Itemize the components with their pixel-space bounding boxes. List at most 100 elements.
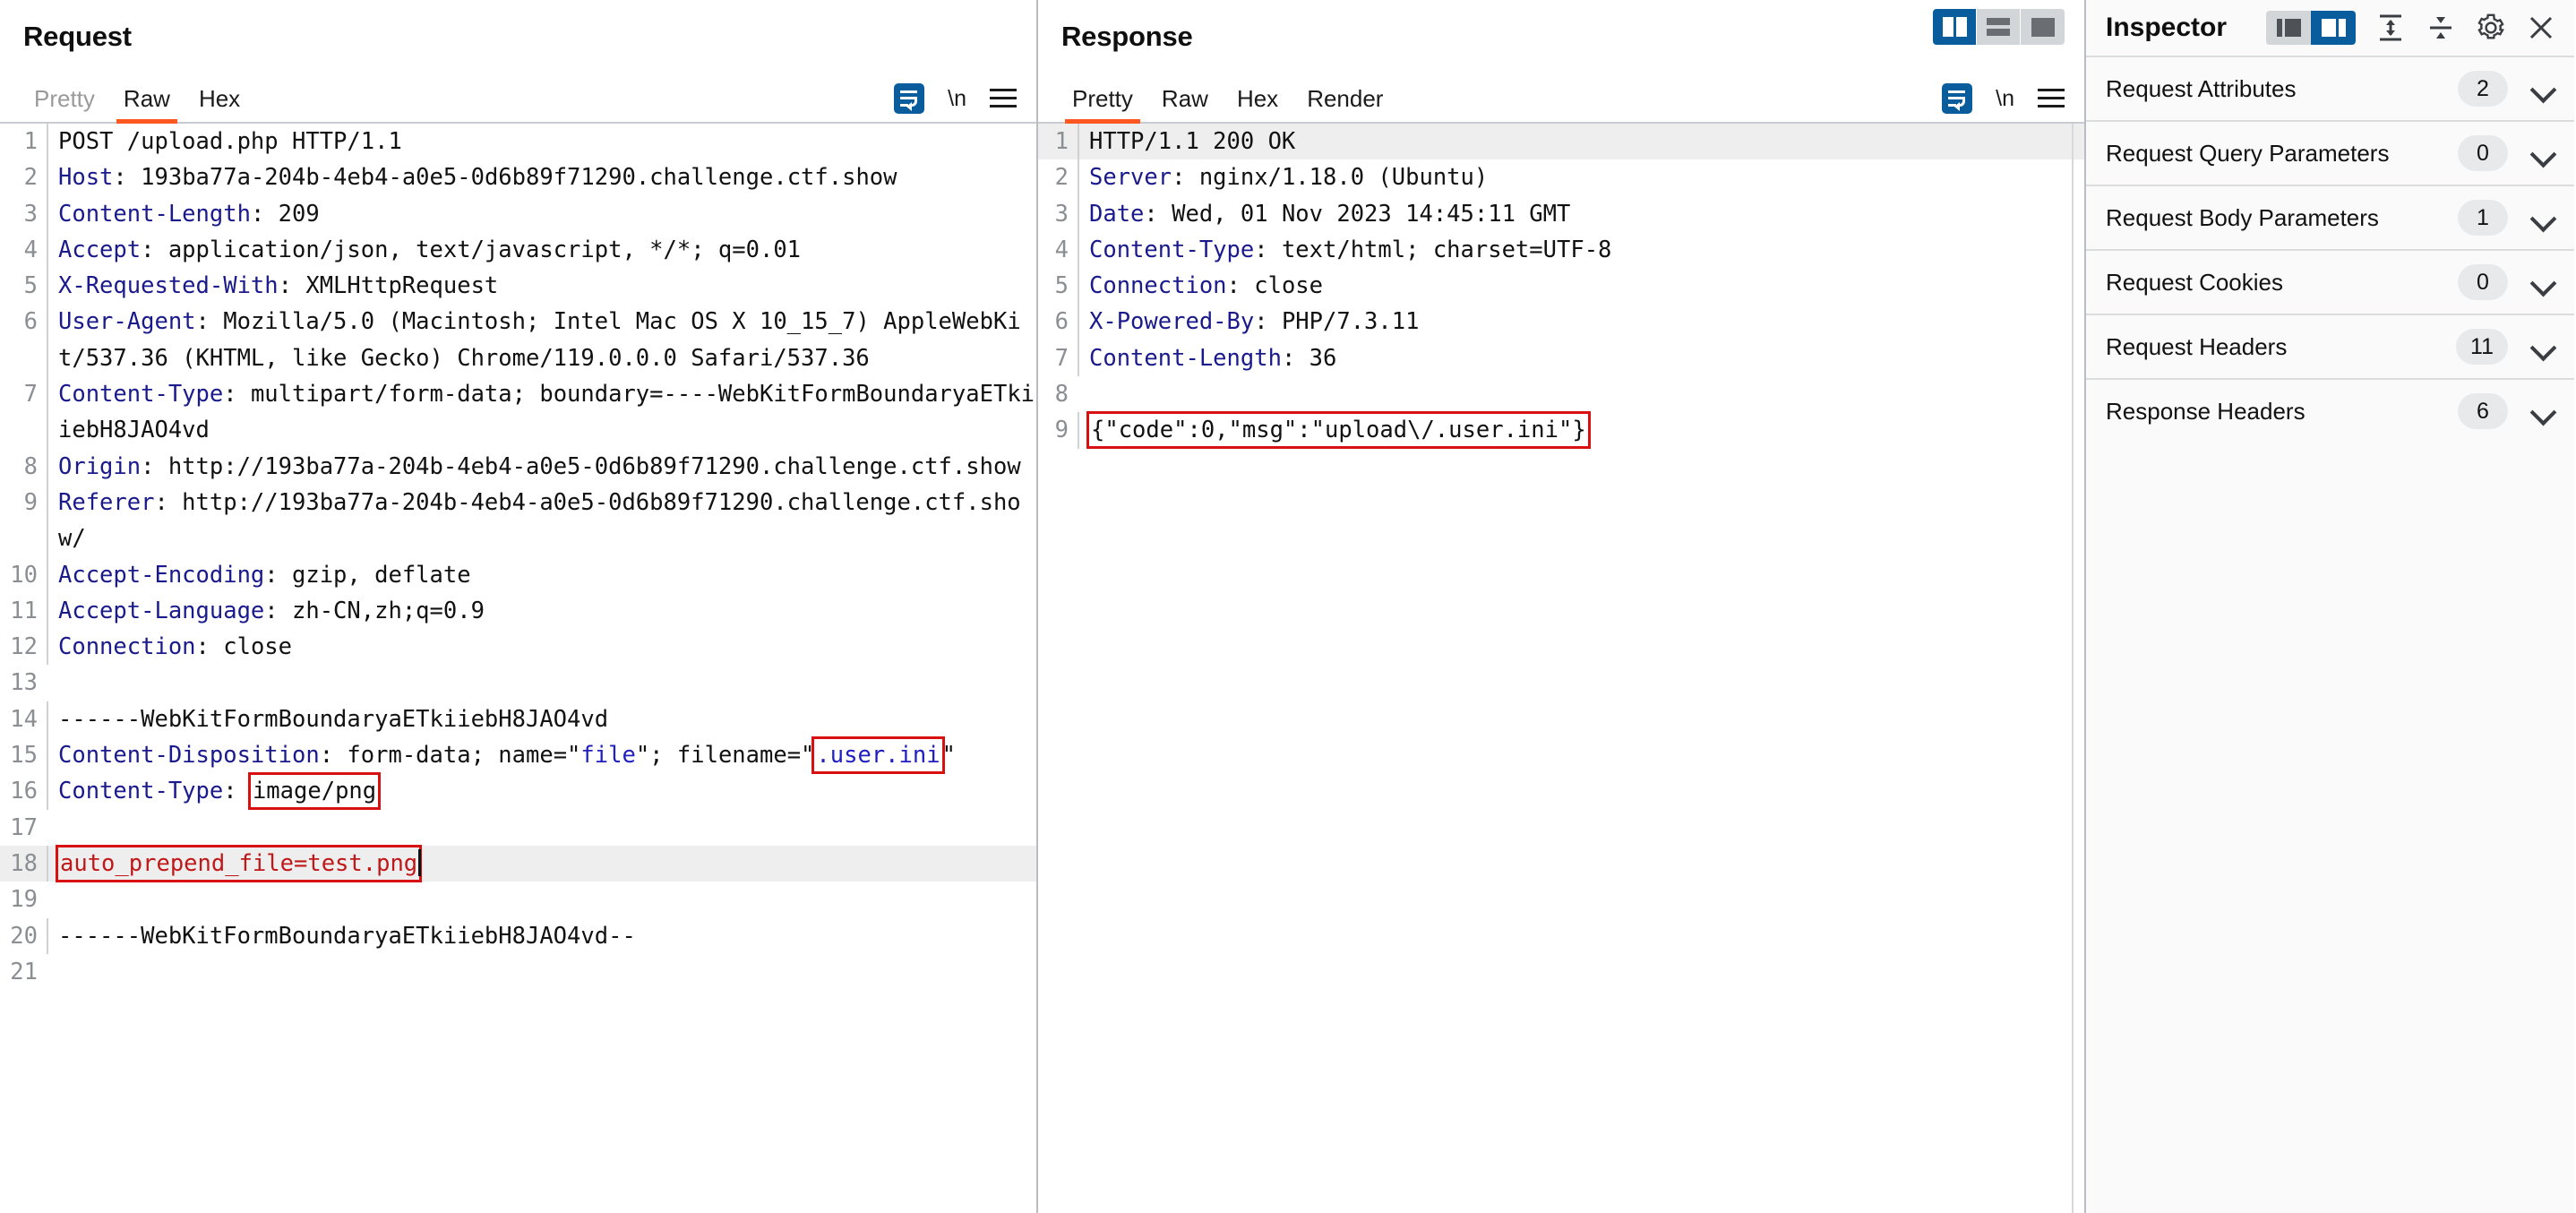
code-token: : nginx/1.18.0 (Ubuntu): [1172, 164, 1489, 192]
chevron-down-icon[interactable]: [2531, 335, 2555, 358]
code-line[interactable]: 5 Connection: close: [1038, 268, 2084, 305]
inspector-section-request-headers[interactable]: Request Headers 11: [2086, 314, 2574, 378]
code-line[interactable]: 13: [0, 665, 1036, 701]
word-wrap-icon[interactable]: [1942, 83, 1973, 114]
response-tab-raw[interactable]: Raw: [1147, 87, 1223, 122]
burp-message-editor: Request Pretty Raw Hex \n 1 POST /upload.ph…: [0, 0, 2576, 1213]
inspector-section-request-body-parameters[interactable]: Request Body Parameters 1: [2086, 185, 2574, 249]
line-content: Accept: application/json, text/javascrip…: [47, 231, 1036, 269]
code-line[interactable]: 20 ------WebKitFormBoundaryaETkiiebH8JAO4…: [0, 917, 1036, 954]
chevron-down-icon[interactable]: [2531, 206, 2555, 229]
line-number: 8: [23, 452, 38, 480]
inspector-section-response-headers[interactable]: Response Headers 6: [2086, 378, 2574, 443]
request-editor[interactable]: 1 POST /upload.php HTTP/1.1 2 Host: 193ba77…: [0, 124, 1036, 1213]
request-header: Request: [0, 0, 1036, 68]
response-toolbar: \n: [1942, 83, 2065, 114]
code-line[interactable]: 17: [0, 810, 1036, 846]
gear-icon[interactable]: [2476, 13, 2506, 43]
code-line[interactable]: 10 Accept-Encoding: gzip, deflate: [0, 556, 1036, 593]
code-token: Date: [1089, 200, 1145, 228]
code-line[interactable]: 21: [0, 954, 1036, 990]
code-token: : http://193ba77a-204b-4eb4-a0e5-0d6b89f…: [141, 452, 1021, 480]
code-line[interactable]: 6 User-Agent: Mozilla/5.0 (Macintosh; Int…: [0, 304, 1036, 377]
line-number: 15: [10, 742, 38, 770]
code-token: Host: [58, 164, 114, 192]
code-line[interactable]: 8 Origin: http://193ba77a-204b-4eb4-a0e5-…: [0, 448, 1036, 485]
expand-all-icon[interactable]: [2375, 13, 2406, 43]
code-line[interactable]: 5 X-Requested-With: XMLHttpRequest: [0, 268, 1036, 305]
code-line[interactable]: 4 Accept: application/json, text/javascri…: [0, 231, 1036, 269]
show-newlines-icon[interactable]: \n: [948, 86, 966, 112]
inspector-section-request-cookies[interactable]: Request Cookies 0: [2086, 249, 2574, 314]
inspector-right-layout-button[interactable]: [2311, 11, 2356, 45]
request-tab-pretty[interactable]: Pretty: [20, 87, 109, 122]
code-token: Referer: [58, 488, 155, 516]
line-number: 9: [1054, 417, 1069, 444]
single-pane-layout-button[interactable]: [2021, 9, 2065, 45]
show-newlines-icon[interactable]: \n: [1996, 86, 2014, 112]
request-tab-hex[interactable]: Hex: [185, 87, 254, 122]
code-line[interactable]: 1 HTTP/1.1 200 OK: [1038, 124, 2084, 160]
response-tab-render[interactable]: Render: [1292, 87, 1397, 122]
chevron-down-icon[interactable]: [2531, 77, 2555, 100]
side-by-side-layout-button[interactable]: [1933, 9, 1977, 45]
inspector-section-request-attributes[interactable]: Request Attributes 2: [2086, 56, 2574, 120]
inspector-left-layout-button[interactable]: [2266, 11, 2311, 45]
code-line[interactable]: 7 Content-Type: multipart/form-data; boun…: [0, 376, 1036, 449]
hamburger-menu-icon[interactable]: [2038, 89, 2065, 108]
word-wrap-icon[interactable]: [894, 83, 925, 114]
chevron-down-icon[interactable]: [2531, 271, 2555, 294]
response-editor[interactable]: 1 HTTP/1.1 200 OK 2 Server: nginx/1.18.0 (U…: [1038, 124, 2084, 1213]
line-number: 4: [23, 236, 38, 263]
code-line[interactable]: 6 X-Powered-By: PHP/7.3.11: [1038, 304, 2084, 340]
collapse-all-icon[interactable]: [2426, 13, 2456, 43]
code-line[interactable]: 14 ------WebKitFormBoundaryaETkiiebH8JAO4…: [0, 701, 1036, 738]
code-line[interactable]: 7 Content-Length: 36: [1038, 340, 2084, 377]
inspector-header: Inspector: [2086, 0, 2574, 56]
code-line[interactable]: 1 POST /upload.php HTTP/1.1: [0, 124, 1036, 160]
code-line[interactable]: 12 Connection: close: [0, 629, 1036, 666]
inspector-layout-switch: [2266, 11, 2356, 45]
inspector-section-count: 11: [2456, 329, 2508, 365]
code-token: : close: [1226, 272, 1323, 300]
code-line[interactable]: 9 Referer: http://193ba77a-204b-4eb4-a0e5…: [0, 484, 1036, 557]
line-number: 3: [23, 200, 38, 228]
line-content: Origin: http://193ba77a-204b-4eb4-a0e5-0…: [47, 448, 1036, 485]
code-token: ------WebKitFormBoundaryaETkiiebH8JAO4vd…: [58, 922, 636, 950]
code-token: Content-Disposition: [58, 742, 320, 770]
line-content: User-Agent: Mozilla/5.0 (Macintosh; Inte…: [47, 304, 1036, 377]
response-header: Response: [1038, 0, 2084, 68]
line-content: {"code":0,"msg":"upload\/.user.ini"}: [1078, 411, 2084, 450]
code-token: X-Powered-By: [1089, 308, 1255, 336]
code-token: : zh-CN,zh;q=0.9: [264, 597, 485, 624]
code-token: : http://193ba77a-204b-4eb4-a0e5-0d6b89f…: [58, 488, 1021, 553]
chevron-down-icon[interactable]: [2531, 400, 2555, 423]
line-number: 1: [23, 128, 38, 155]
hamburger-menu-icon[interactable]: [990, 89, 1017, 108]
code-line[interactable]: 18 auto_prepend_file=test.png: [0, 844, 1036, 882]
response-scrollbar[interactable]: [2072, 124, 2084, 1213]
line-number: 10: [10, 561, 38, 589]
code-line[interactable]: 3 Date: Wed, 01 Nov 2023 14:45:11 GMT: [1038, 195, 2084, 232]
chevron-down-icon[interactable]: [2531, 142, 2555, 165]
stacked-layout-button[interactable]: [1977, 9, 2021, 45]
response-tab-hex[interactable]: Hex: [1223, 87, 1292, 122]
line-number: 19: [10, 886, 38, 914]
inspector-section-request-query-parameters[interactable]: Request Query Parameters 0: [2086, 120, 2574, 185]
code-line[interactable]: 2 Host: 193ba77a-204b-4eb4-a0e5-0d6b89f71…: [0, 159, 1036, 196]
request-tab-raw[interactable]: Raw: [109, 87, 185, 124]
response-tab-pretty[interactable]: Pretty: [1058, 87, 1147, 124]
code-line[interactable]: 8: [1038, 376, 2084, 412]
code-token: Server: [1089, 164, 1172, 192]
code-line[interactable]: 2 Server: nginx/1.18.0 (Ubuntu): [1038, 159, 2084, 196]
line-content: ------WebKitFormBoundaryaETkiiebH8JAO4vd: [47, 701, 1036, 738]
code-line[interactable]: 11 Accept-Language: zh-CN,zh;q=0.9: [0, 592, 1036, 630]
code-line[interactable]: 16 Content-Type: image/png: [0, 772, 1036, 811]
code-line[interactable]: 9 {"code":0,"msg":"upload\/.user.ini"}: [1038, 411, 2084, 450]
close-icon[interactable]: [2526, 13, 2556, 43]
code-line[interactable]: 15 Content-Disposition: form-data; name="…: [0, 736, 1036, 775]
code-line[interactable]: 3 Content-Length: 209: [0, 195, 1036, 232]
line-number: 5: [1054, 272, 1069, 300]
code-line[interactable]: 19: [0, 882, 1036, 917]
code-line[interactable]: 4 Content-Type: text/html; charset=UTF-8: [1038, 231, 2084, 269]
